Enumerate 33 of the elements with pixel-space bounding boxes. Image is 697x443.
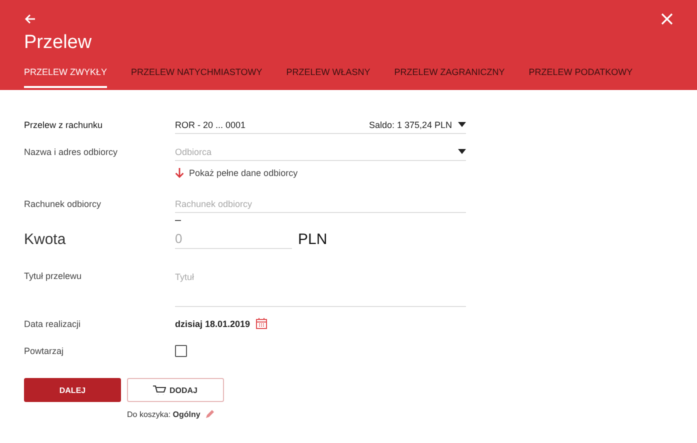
currency-label: PLN	[298, 230, 328, 248]
input-field[interactable]: Tytuł	[175, 267, 466, 307]
next-button[interactable]: DALEJ	[24, 378, 121, 402]
calendar-icon[interactable]	[256, 318, 268, 329]
field-label: Kwota	[24, 230, 67, 248]
account-select[interactable]: ROR - 20 ... 0001 Saldo: 1 375,24 PLN	[175, 116, 466, 134]
caret-icon	[458, 122, 466, 127]
field-label: Nazwa i adres odbiorcy	[24, 147, 119, 157]
page-title: Przelew	[24, 32, 93, 54]
add-button[interactable]: DODAJ	[127, 378, 224, 402]
arrow-down-icon	[175, 168, 184, 178]
tab[interactable]: PRZELEW ZAGRANICZNY	[394, 67, 505, 88]
tab[interactable]: PRZELEW NATYCHMIASTOWY	[131, 67, 262, 88]
field-label: Przelew z rachunku	[24, 120, 104, 130]
caret-icon	[458, 149, 466, 154]
input-field[interactable]: Rachunek odbiorcy	[175, 195, 466, 213]
cart-text: Do koszyka: Ogólny	[127, 410, 200, 418]
field-label: Data realizacji	[24, 318, 82, 328]
field-label: Rachunek odbiorcy	[24, 199, 102, 209]
tab[interactable]: PRZELEW WŁASNY	[286, 67, 370, 88]
cart-icon	[153, 384, 166, 396]
field-label: Powtarzaj	[24, 346, 65, 356]
show-details-link[interactable]: Pokaż pełne dane odbiorcy	[175, 168, 298, 178]
tab[interactable]: PRZELEW ZWYKŁY	[24, 67, 108, 88]
back-arrow-icon[interactable]	[24, 13, 36, 25]
tab[interactable]: PRZELEW PODATKOWY	[528, 67, 633, 88]
field-label: Tytuł przelewu	[24, 271, 83, 281]
checkbox[interactable]	[175, 345, 187, 357]
date-value: dzisiaj 18.01.2019	[175, 318, 250, 328]
pencil-icon[interactable]	[205, 409, 216, 419]
recipient-select[interactable]: Odbiorca	[175, 143, 466, 161]
close-icon[interactable]	[661, 13, 673, 25]
amount-field[interactable]: 0	[175, 229, 292, 249]
